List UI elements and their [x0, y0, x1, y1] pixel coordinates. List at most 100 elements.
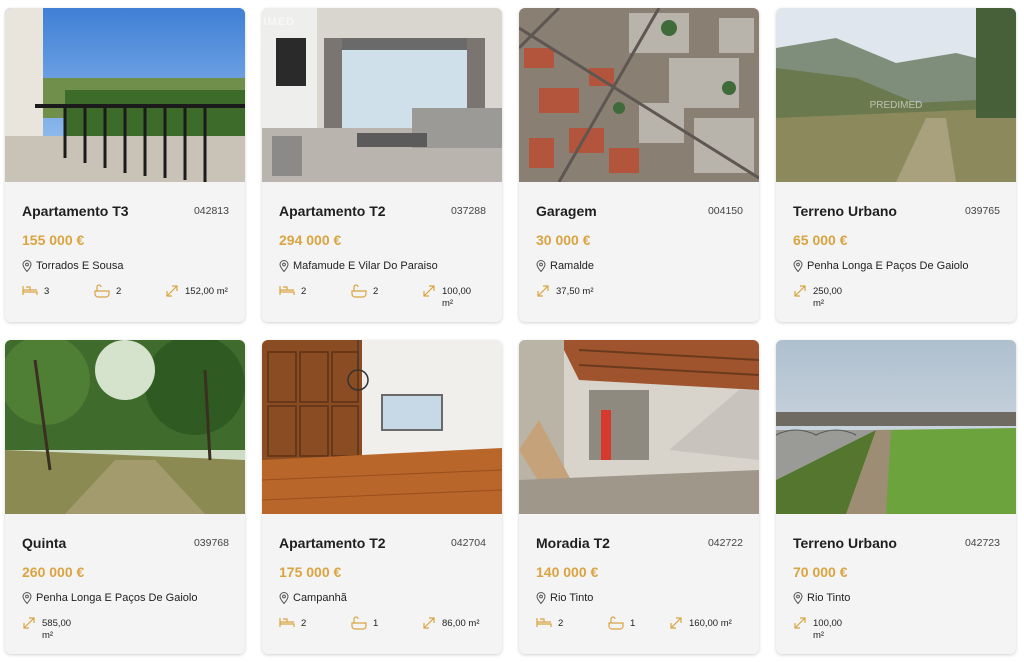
listing-reference: 042722	[707, 537, 743, 549]
listings-grid: Apartamento T3 042813 155 000 € Torrados…	[5, 8, 1016, 654]
bed-icon	[279, 286, 295, 295]
listing-type[interactable]: Garagem	[536, 203, 597, 219]
hillside-land-photo: PREDIMED	[776, 8, 1016, 182]
parquet-room-photo	[262, 340, 502, 514]
listing-photo[interactable]	[519, 340, 759, 514]
area-value: 152,00 m²	[185, 286, 228, 297]
listing-type[interactable]: Moradia T2	[536, 535, 610, 551]
aerial-city-photo	[519, 8, 759, 182]
living-room-photo: PREDIMED	[262, 8, 502, 182]
listing-type[interactable]: Terreno Urbano	[793, 535, 897, 551]
area-value: 585,00 m²	[42, 618, 72, 641]
pin-icon	[279, 592, 289, 604]
bathrooms-count: 2	[116, 286, 122, 297]
area-expand-icon	[423, 617, 435, 629]
listing-card[interactable]: Quinta 039768 260 000 € Penha Longa E Pa…	[5, 340, 245, 654]
listing-card[interactable]: PREDIMED Apartamento T2 037288 294 000 €…	[262, 8, 502, 322]
bathtub-icon	[94, 284, 110, 298]
location-label: Mafamude E Vilar Do Paraiso	[293, 260, 438, 272]
bathtub-icon	[351, 284, 367, 298]
listing-type[interactable]: Terreno Urbano	[793, 203, 897, 219]
bathtub-icon	[351, 616, 367, 630]
listing-location: Rio Tinto	[793, 592, 850, 604]
bedrooms-feature: 2	[536, 616, 563, 646]
area-expand-icon	[537, 285, 549, 297]
location-label: Rio Tinto	[550, 592, 594, 604]
listing-photo[interactable]	[262, 340, 502, 514]
grass-plot-photo	[776, 340, 1016, 514]
listing-card[interactable]: Terreno Urbano 042723 70 000 € Rio Tinto…	[776, 340, 1016, 654]
listing-card[interactable]: Moradia T2 042722 140 000 € Rio Tinto 2 …	[519, 340, 759, 654]
listing-reference: 042813	[193, 205, 229, 217]
bedrooms-count: 2	[301, 286, 307, 297]
watermark: PREDIMED	[870, 100, 923, 111]
listing-card[interactable]: Garagem 004150 30 000 € Ramalde 37,50 m²	[519, 8, 759, 322]
listing-type[interactable]: Apartamento T3	[22, 203, 129, 219]
listing-price: 140 000 €	[536, 564, 599, 580]
location-label: Campanhã	[293, 592, 347, 604]
pin-icon	[22, 260, 32, 272]
listing-photo[interactable]: PREDIMED	[262, 8, 502, 182]
area-expand-icon	[423, 285, 435, 297]
listing-reference: 042704	[450, 537, 486, 549]
area-value: 100,00 m²	[442, 286, 472, 309]
listing-photo[interactable]	[5, 340, 245, 514]
listing-location: Campanhã	[279, 592, 347, 604]
bathrooms-count: 1	[630, 618, 636, 629]
area-expand-icon	[794, 617, 806, 629]
area-value: 37,50 m²	[556, 286, 594, 297]
area-feature: 585,00 m²	[22, 616, 80, 646]
listing-location: Ramalde	[536, 260, 594, 272]
listing-price: 260 000 €	[22, 564, 85, 580]
area-feature: 100,00 m²	[793, 616, 851, 646]
bedrooms-count: 2	[301, 618, 307, 629]
area-value: 100,00 m²	[813, 618, 843, 641]
location-label: Penha Longa E Paços De Gaiolo	[807, 260, 969, 272]
location-label: Rio Tinto	[807, 592, 851, 604]
listing-type[interactable]: Apartamento T2	[279, 535, 386, 551]
pin-icon	[279, 260, 289, 272]
listing-card[interactable]: PREDIMED Terreno Urbano 039765 65 000 € …	[776, 8, 1016, 322]
listing-price: 175 000 €	[279, 564, 342, 580]
listing-photo[interactable]: PREDIMED	[776, 8, 1016, 182]
area-expand-icon	[166, 285, 178, 297]
listing-price: 294 000 €	[279, 232, 342, 248]
area-feature: 100,00 m²	[422, 284, 480, 314]
listing-reference: 042723	[964, 537, 1000, 549]
bedrooms-count: 2	[558, 618, 564, 629]
listing-price: 30 000 €	[536, 232, 591, 248]
bedrooms-feature: 2	[279, 616, 306, 646]
listing-reference: 004150	[707, 205, 743, 217]
listing-photo[interactable]	[776, 340, 1016, 514]
pin-icon	[793, 592, 803, 604]
area-expand-icon	[794, 285, 806, 297]
bed-icon	[536, 618, 552, 627]
ruin-interior-photo	[519, 340, 759, 514]
listing-reference: 037288	[450, 205, 486, 217]
listing-photo[interactable]	[5, 8, 245, 182]
bedrooms-count: 3	[44, 286, 50, 297]
area-value: 160,00 m²	[689, 618, 732, 629]
pin-icon	[536, 592, 546, 604]
area-value: 250,00 m²	[813, 286, 843, 309]
listing-reference: 039768	[193, 537, 229, 549]
pin-icon	[793, 260, 803, 272]
listing-photo[interactable]	[519, 8, 759, 182]
listing-price: 65 000 €	[793, 232, 848, 248]
pin-icon	[22, 592, 32, 604]
listing-reference: 039765	[964, 205, 1000, 217]
listing-type[interactable]: Quinta	[22, 535, 66, 551]
bathrooms-feature: 1	[608, 616, 635, 646]
listing-location: Penha Longa E Paços De Gaiolo	[793, 260, 968, 272]
bathrooms-feature: 2	[351, 284, 378, 314]
listing-price: 70 000 €	[793, 564, 848, 580]
listing-location: Penha Longa E Paços De Gaiolo	[22, 592, 197, 604]
area-feature: 37,50 m²	[536, 284, 594, 314]
listing-card[interactable]: Apartamento T3 042813 155 000 € Torrados…	[5, 8, 245, 322]
pin-icon	[536, 260, 546, 272]
listing-type[interactable]: Apartamento T2	[279, 203, 386, 219]
listing-card[interactable]: Apartamento T2 042704 175 000 € Campanhã…	[262, 340, 502, 654]
bathrooms-count: 2	[373, 286, 379, 297]
area-feature: 160,00 m²	[669, 616, 732, 646]
listing-location: Rio Tinto	[536, 592, 593, 604]
